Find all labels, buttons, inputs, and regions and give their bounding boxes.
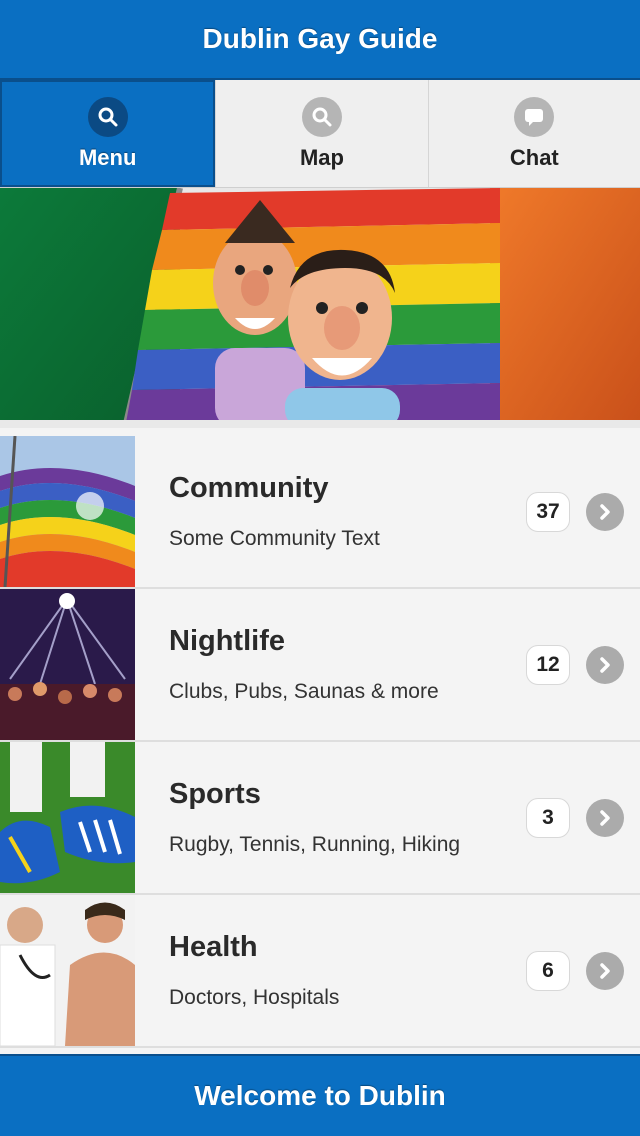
hero-banner — [0, 188, 640, 428]
tab-map[interactable]: Map — [215, 80, 427, 187]
list-item-subtitle: Rugby, Tennis, Running, Hiking — [169, 833, 461, 856]
search-icon — [301, 96, 342, 137]
nightclub-crowd-photo — [0, 589, 135, 740]
app-title: Dublin Gay Guide — [202, 23, 438, 54]
list-item-subtitle: Doctors, Hospitals — [169, 986, 340, 1009]
footer-title: Welcome to Dublin — [194, 1080, 446, 1111]
search-icon — [87, 96, 128, 137]
tab-chat-label: Chat — [509, 144, 559, 170]
list-item-subtitle: Some Community Text — [169, 527, 380, 550]
rainbow-flag-photo — [0, 436, 135, 587]
count-badge: 6 — [526, 950, 570, 991]
chevron-right-icon — [586, 645, 624, 684]
hero-illustration — [0, 188, 640, 420]
chevron-right-icon — [586, 492, 624, 531]
doctor-patient-photo — [0, 895, 135, 1046]
category-list: Community Some Community Text 37 Nightli… — [0, 436, 640, 1048]
list-item-nightlife[interactable]: Nightlife Clubs, Pubs, Saunas & more 12 — [0, 589, 640, 742]
list-item-title: Sports — [169, 778, 261, 810]
chevron-right-icon — [586, 798, 624, 837]
footer-bar[interactable]: Welcome to Dublin — [0, 1054, 640, 1136]
tab-menu-label: Menu — [78, 144, 137, 170]
football-boots-photo — [0, 742, 135, 893]
list-item-title: Community — [169, 472, 329, 504]
list-item-sports[interactable]: Sports Rugby, Tennis, Running, Hiking 3 — [0, 742, 640, 895]
count-badge: 37 — [526, 491, 570, 532]
chat-bubble-icon — [514, 96, 555, 137]
list-item-subtitle: Clubs, Pubs, Saunas & more — [169, 680, 439, 703]
list-item-community[interactable]: Community Some Community Text 37 — [0, 436, 640, 589]
chevron-right-icon — [586, 951, 624, 990]
count-badge: 12 — [526, 644, 570, 685]
tab-menu[interactable]: Menu — [0, 80, 216, 187]
list-item-health[interactable]: Health Doctors, Hospitals 6 — [0, 895, 640, 1048]
list-item-title: Health — [169, 931, 258, 963]
tab-chat[interactable]: Chat — [427, 80, 640, 187]
list-item-title: Nightlife — [169, 625, 285, 657]
tab-bar: Menu Map Chat — [0, 80, 640, 188]
tab-map-label: Map — [299, 144, 344, 170]
count-badge: 3 — [526, 797, 570, 838]
app-header: Dublin Gay Guide — [0, 0, 640, 80]
